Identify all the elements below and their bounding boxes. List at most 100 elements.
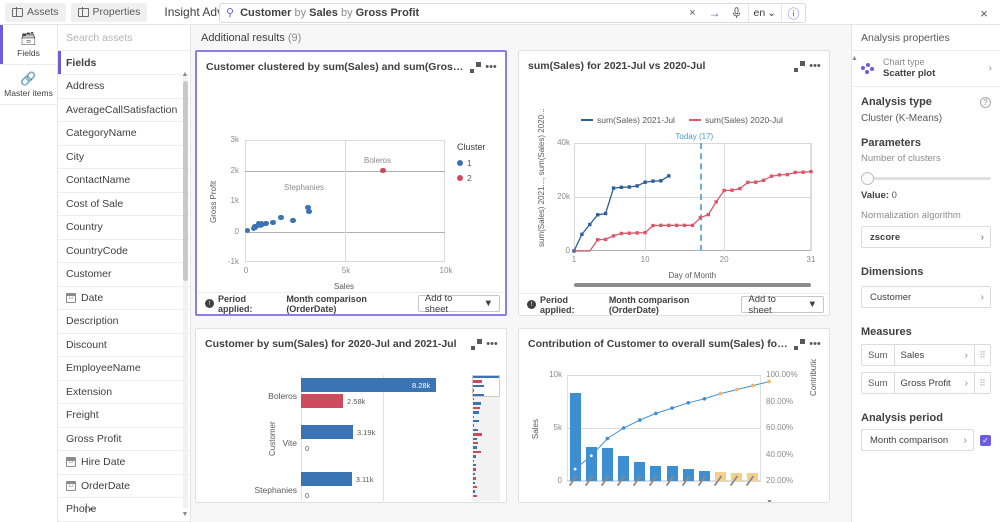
- chart-type-row[interactable]: Chart type Scatter plot ›: [852, 51, 1000, 87]
- scatter-plot[interactable]: 3k 2k 1k 0 -1k 0 5k 10k Sales Gross Profit Boleros…: [197, 82, 505, 292]
- expand-icon[interactable]: [791, 336, 807, 352]
- bar[interactable]: [301, 394, 344, 408]
- num-clusters-label: Number of clusters: [861, 153, 941, 164]
- collapse-panel-handle[interactable]: |←: [85, 503, 98, 514]
- clear-search-button[interactable]: ×: [682, 4, 704, 23]
- rail-item-fields[interactable]: 🗃 Fields: [0, 25, 57, 65]
- scatter-point[interactable]: [270, 219, 276, 225]
- field-item[interactable]: Phone: [58, 498, 190, 522]
- fields-scrollbar-thumb[interactable]: [183, 81, 188, 281]
- field-item[interactable]: CountryCode: [58, 240, 190, 263]
- properties-button[interactable]: Properties: [70, 2, 148, 22]
- legend-item[interactable]: sum(Sales) 2020-Jul: [688, 115, 783, 125]
- help-icon[interactable]: ?: [980, 96, 991, 108]
- field-item[interactable]: 12 Hire Date: [58, 451, 190, 475]
- search-assets-input[interactable]: Search assets: [58, 25, 190, 51]
- expand-icon[interactable]: [467, 59, 483, 75]
- scatter-point[interactable]: [306, 208, 312, 214]
- legend-item[interactable]: sum(Sales) 2021-Jul: [581, 115, 675, 125]
- pareto-chart[interactable]: 10k 5k 0 100.00% 80.00% 60.00% 40.00% 20.00% Sal…: [519, 359, 829, 502]
- field-item[interactable]: City: [58, 146, 190, 169]
- drag-handle-icon[interactable]: ⠿: [974, 345, 990, 365]
- scatter-point[interactable]: [290, 217, 296, 223]
- microphone-icon[interactable]: [726, 4, 748, 23]
- scroll-up-icon[interactable]: ▲: [181, 70, 189, 78]
- chart-card-pareto[interactable]: Contribution of Customer to overall sum(…: [518, 328, 830, 503]
- chart-cards-grid: Customer clustered by sum(Sales) and sum…: [191, 50, 851, 503]
- field-item[interactable]: Discount: [58, 334, 190, 357]
- line-chart[interactable]: 40k 20k 0 1 10 20 31 Day of Month sum(Sales) 202…: [519, 81, 829, 293]
- minimap-bar: [473, 472, 475, 476]
- field-item[interactable]: Freight: [58, 404, 190, 428]
- field-label: Freight: [66, 409, 99, 422]
- scatter-point[interactable]: [263, 220, 269, 227]
- panel-scroll-up-icon[interactable]: ▲: [852, 55, 859, 63]
- chart-scrollbar[interactable]: [574, 283, 811, 287]
- legend-label: 2: [467, 173, 472, 183]
- minimap[interactable]: [472, 375, 500, 501]
- field-item[interactable]: AverageCallSatisfaction: [58, 99, 190, 122]
- dimensions-header: Dimensions: [861, 266, 924, 278]
- close-icon[interactable]: ×: [977, 6, 991, 20]
- add-to-sheet-button[interactable]: Add to sheet ▼: [741, 294, 824, 316]
- minimap-bar: [473, 455, 476, 458]
- assets-button[interactable]: Assets: [5, 2, 66, 22]
- more-options-icon[interactable]: •••: [807, 58, 823, 74]
- minimap-bar: [473, 450, 481, 454]
- minimap-bar: [473, 481, 475, 484]
- slider-knob[interactable]: [861, 172, 874, 185]
- bar[interactable]: [301, 425, 353, 439]
- field-item[interactable]: Cost of Sale: [58, 193, 190, 216]
- field-item[interactable]: 12 OrderDate: [58, 475, 190, 498]
- measure-item-sales[interactable]: Sum Sales › ⠿: [861, 344, 991, 366]
- expand-icon[interactable]: [468, 336, 484, 352]
- field-item[interactable]: Customer: [58, 263, 190, 287]
- field-item[interactable]: Country: [58, 216, 190, 240]
- chart-card-bar[interactable]: Customer by sum(Sales) for 2020-Jul and …: [195, 328, 507, 503]
- analysis-period-checkbox[interactable]: ✓: [980, 434, 991, 446]
- field-item[interactable]: EmployeeName: [58, 357, 190, 381]
- search-input[interactable]: Customer by Sales by Gross Profit: [240, 7, 419, 19]
- search-bar[interactable]: ⚲ Customer by Sales by Gross Profit × → …: [219, 3, 806, 23]
- more-options-icon[interactable]: •••: [483, 59, 499, 75]
- num-clusters-slider[interactable]: [861, 171, 991, 185]
- language-selector[interactable]: en ⌄: [747, 3, 782, 23]
- minimap-bar: [473, 486, 477, 489]
- more-options-icon[interactable]: •••: [484, 336, 500, 352]
- legend-item[interactable]: 2: [457, 173, 472, 183]
- field-item[interactable]: Address: [58, 75, 190, 99]
- database-icon: 🗃: [20, 30, 37, 46]
- chart-card-scatter[interactable]: Customer clustered by sum(Sales) and sum…: [195, 50, 507, 316]
- scroll-down-icon[interactable]: ▼: [181, 510, 189, 518]
- field-item[interactable]: ContactName: [58, 169, 190, 193]
- search-token-2: by: [291, 7, 310, 19]
- field-item[interactable]: Extension: [58, 381, 190, 404]
- scatter-point[interactable]: [278, 214, 284, 220]
- dimension-item-customer[interactable]: Customer ›: [861, 286, 991, 308]
- bar[interactable]: [301, 472, 352, 486]
- legend-item[interactable]: 1: [457, 158, 472, 168]
- horizontal-bar-chart[interactable]: Customer Boleros 8.28k 2.58k Vite 3.19k 0 Steph…: [196, 359, 506, 502]
- scatter-point[interactable]: [380, 167, 386, 174]
- expand-icon[interactable]: [791, 58, 807, 74]
- more-options-icon[interactable]: •••: [807, 336, 823, 352]
- y-axis-tick: 1k: [230, 196, 239, 205]
- bar-value-label: 0: [305, 491, 310, 500]
- field-item[interactable]: Gross Profit: [58, 428, 190, 451]
- scroll-down-icon[interactable]: ▼: [766, 499, 775, 502]
- chart-card-line[interactable]: sum(Sales) for 2021-Jul vs 2020-Jul ••• …: [518, 50, 830, 316]
- drag-handle-icon[interactable]: ⠿: [974, 373, 990, 393]
- measure-item-gross-profit[interactable]: Sum Gross Profit › ⠿: [861, 372, 991, 394]
- parameters-header: Parameters: [861, 137, 921, 149]
- field-item[interactable]: 12 Date: [58, 287, 190, 310]
- field-item[interactable]: CategoryName: [58, 122, 190, 146]
- field-item[interactable]: Description: [58, 310, 190, 334]
- info-icon[interactable]: ⓘ: [781, 4, 805, 22]
- analysis-period-select[interactable]: Month comparison ›: [861, 429, 974, 451]
- rail-item-master-items[interactable]: 🔗 Master items: [0, 65, 57, 105]
- slider-track[interactable]: [871, 177, 991, 180]
- normalization-select[interactable]: zscore ›: [861, 226, 991, 248]
- add-to-sheet-button[interactable]: Add to sheet ▼: [417, 293, 500, 315]
- submit-search-button[interactable]: →: [704, 4, 726, 23]
- assets-section-header[interactable]: Fields: [58, 51, 190, 75]
